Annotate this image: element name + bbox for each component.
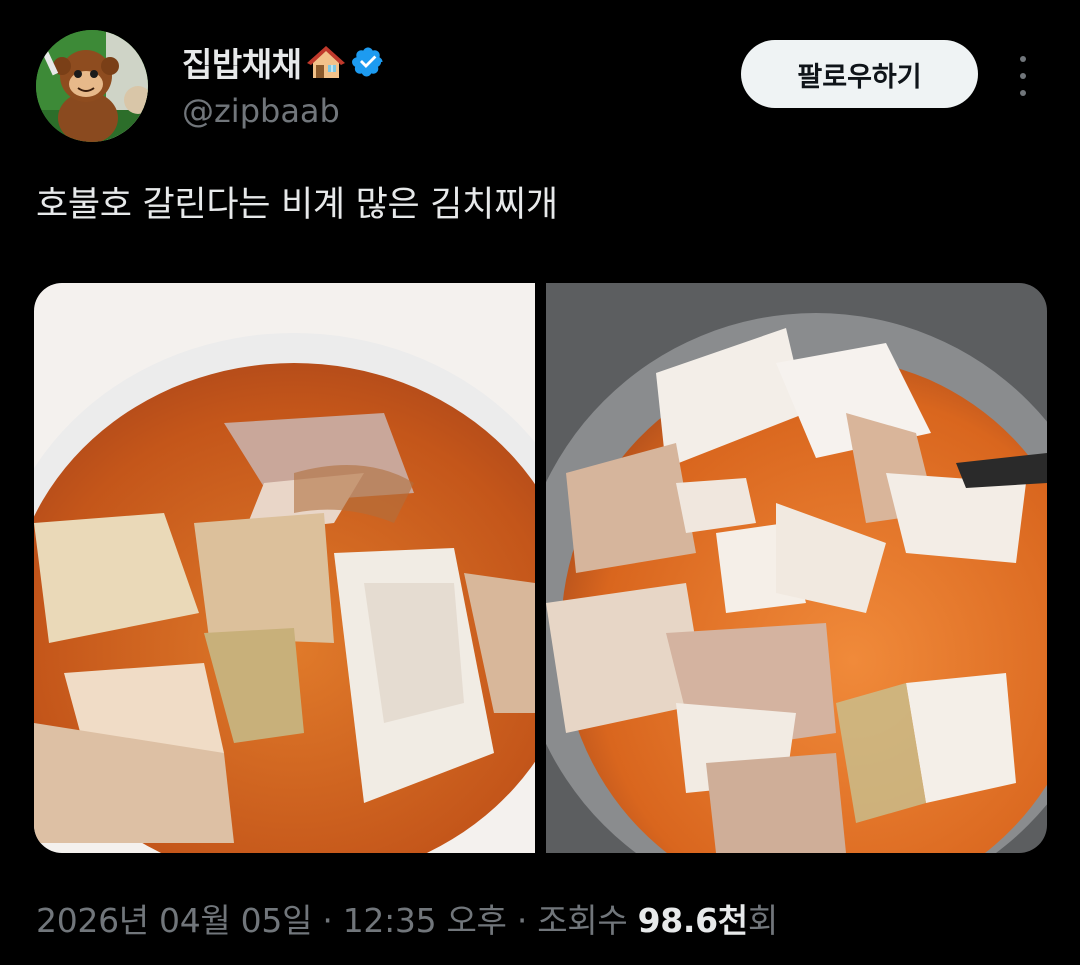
views-suffix: 회 xyxy=(747,901,778,940)
meta-separator: · xyxy=(506,901,538,940)
media-grid xyxy=(34,283,1047,853)
more-options-icon[interactable] xyxy=(1008,56,1038,96)
tweet-meta: 2026년 04월 05일 · 12:35 오후 · 조회수 98.6천회 xyxy=(36,894,778,942)
user-name-row: 집밥채채 xyxy=(182,38,385,86)
views-label: 조회수 xyxy=(537,901,638,940)
media-photo-2[interactable] xyxy=(516,283,1047,853)
user-handle[interactable]: @zipbaab xyxy=(182,92,340,130)
house-emoji-icon xyxy=(307,44,346,80)
tweet-time[interactable]: 12:35 오후 xyxy=(343,901,507,940)
verified-badge-icon[interactable] xyxy=(351,45,385,79)
views-count: 98.6천 xyxy=(637,901,749,940)
tweet-date[interactable]: 2026년 04월 05일 xyxy=(36,901,312,940)
kimchi-stew-bowl-photo xyxy=(34,283,594,853)
tweet-text: 호불호 갈린다는 비계 많은 김치찌개 xyxy=(36,185,558,225)
orangutan-plush-avatar-image xyxy=(36,30,148,142)
avatar[interactable] xyxy=(36,30,148,142)
media-photo-1[interactable] xyxy=(34,283,594,853)
more-dot xyxy=(1020,90,1026,96)
display-name[interactable]: 집밥채채 xyxy=(182,38,302,86)
kimchi-stew-pot-photo xyxy=(516,283,1047,853)
meta-separator: · xyxy=(312,901,343,940)
more-dot xyxy=(1020,56,1026,62)
more-dot xyxy=(1020,73,1026,79)
follow-button[interactable]: 팔로우하기 xyxy=(741,40,978,108)
